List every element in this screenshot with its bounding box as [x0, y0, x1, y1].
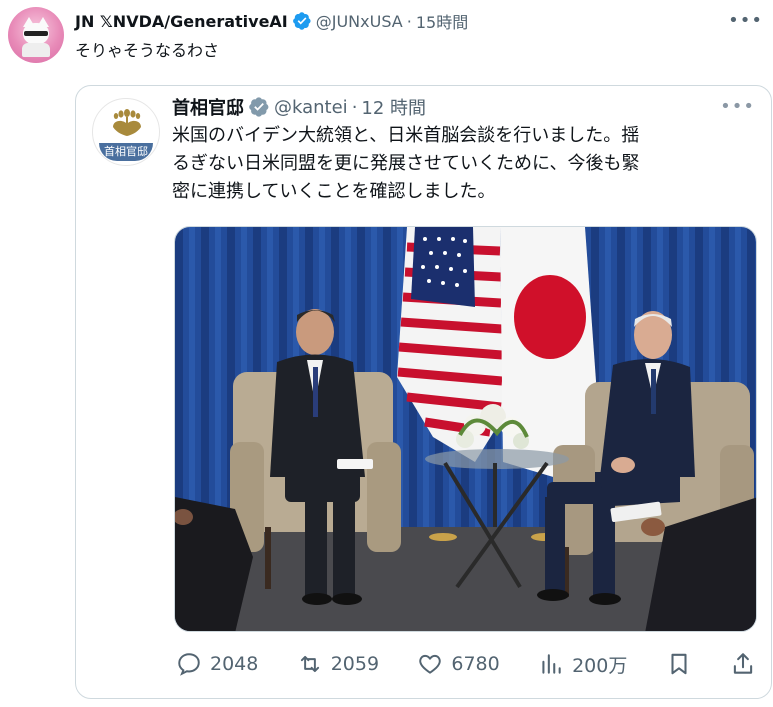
- quote-author-name[interactable]: 首相官邸: [172, 94, 244, 120]
- like-count: 6780: [451, 653, 500, 675]
- reply-count: 2048: [210, 653, 259, 675]
- bar-chart-icon: [542, 654, 561, 674]
- kantei-avatar[interactable]: 首相官邸: [92, 98, 160, 166]
- more-options-icon[interactable]: •••: [728, 10, 763, 31]
- view-count: 200万: [572, 654, 628, 677]
- bookmark-button[interactable]: [666, 651, 692, 677]
- summit-photo[interactable]: [174, 226, 757, 632]
- summit-photo-illustration: [175, 227, 756, 631]
- quote-header: 首相官邸 @kantei · 12 時間: [172, 94, 426, 120]
- share-icon: [733, 653, 753, 674]
- heart-icon: [419, 654, 442, 674]
- quote-author-handle[interactable]: @kantei: [274, 97, 348, 118]
- quote-time[interactable]: 12 時間: [361, 94, 426, 120]
- retweet-icon: [300, 655, 319, 673]
- bookmark-icon: [671, 653, 687, 675]
- tweet-text: そりゃそうなるわさ: [75, 41, 220, 60]
- author-handle[interactable]: @JUNxUSA: [316, 12, 403, 31]
- quote-separator-dot: ·: [351, 96, 358, 118]
- quote-more-options-icon[interactable]: •••: [720, 96, 755, 117]
- reply-button[interactable]: 2048: [176, 651, 258, 677]
- author-avatar[interactable]: [8, 7, 64, 63]
- avatar-band-text: 首相官邸: [99, 143, 153, 161]
- separator-dot: ·: [406, 11, 412, 31]
- reply-icon: [178, 653, 200, 676]
- quote-text-line: るぎない日米同盟を更に発展させていくために、今後も緊: [172, 153, 640, 174]
- quoted-tweet[interactable]: 首相官邸 首相官邸 @kantei · 12 時間 ••• 米国のバイデン大統領…: [75, 85, 772, 699]
- cat-body: [22, 43, 50, 57]
- action-bar: 2048 2059 6780 200万: [176, 646, 756, 682]
- views-button[interactable]: 200万: [538, 651, 627, 678]
- quote-text-line: 米国のバイデン大統領と、日米首脳会談を行いました。揺: [172, 125, 640, 146]
- sunglasses-icon: [24, 31, 48, 36]
- retweet-button[interactable]: 2059: [297, 651, 379, 677]
- paulownia-emblem-icon: [113, 109, 141, 136]
- retweet-count: 2059: [330, 653, 380, 675]
- author-name[interactable]: JN 𝕏NVDA/GenerativeAI: [75, 12, 288, 31]
- quote-text-line: 密に連携していくことを確認しました。: [172, 181, 496, 202]
- share-button[interactable]: [730, 651, 756, 677]
- like-button[interactable]: 6780: [417, 651, 500, 677]
- gray-verified-badge-icon: [248, 96, 270, 118]
- tweet-header: JN 𝕏NVDA/GenerativeAI @JUNxUSA · 15時間: [75, 9, 468, 33]
- quote-text: 米国のバイデン大統領と、日米首脳会談を行いました。揺 るぎない日米同盟を更に発展…: [172, 122, 757, 206]
- tweet-time[interactable]: 15時間: [416, 9, 468, 33]
- verified-badge-icon: [292, 11, 312, 31]
